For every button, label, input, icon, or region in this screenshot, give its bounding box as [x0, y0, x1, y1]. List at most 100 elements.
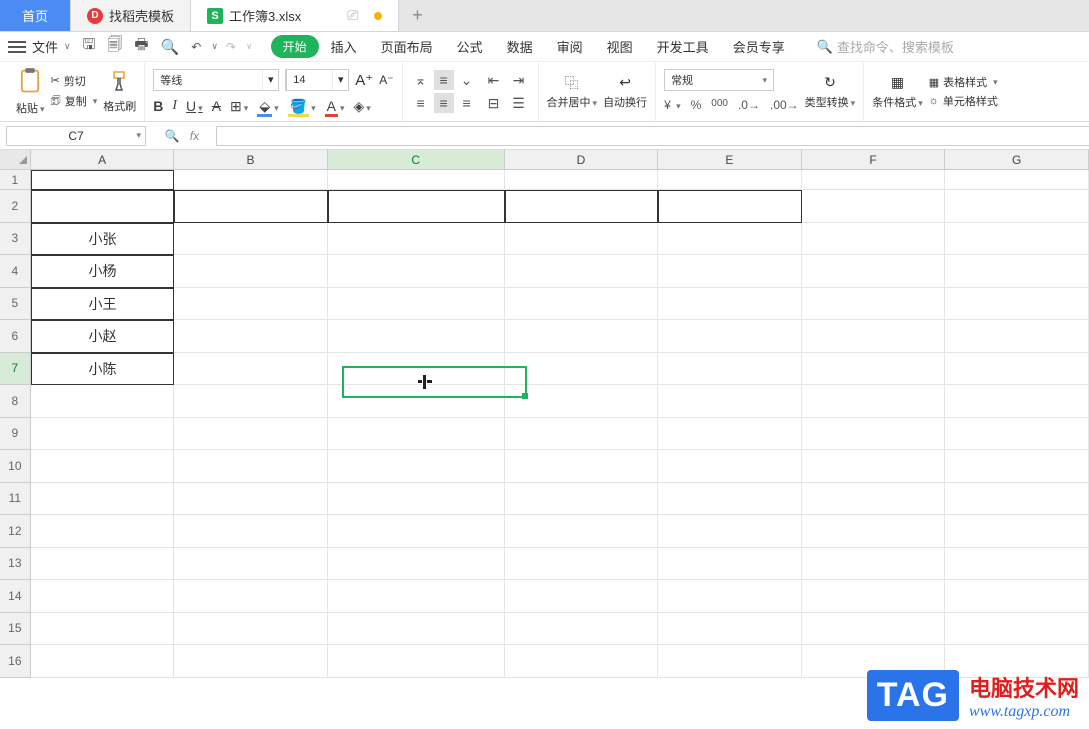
cell[interactable]: 小王 [31, 288, 175, 321]
cell[interactable] [945, 223, 1089, 256]
paste-button[interactable]: 粘贴▾ [16, 67, 45, 116]
auto-wrap-button[interactable]: ↩ 自动换行 [603, 74, 647, 110]
cell[interactable] [174, 580, 327, 613]
search-commands[interactable]: 🔍 查找命令、搜索模板 [817, 37, 954, 56]
cell[interactable] [505, 645, 658, 678]
ribbon-tab-devtools[interactable]: 开发工具 [645, 33, 721, 60]
cell[interactable] [658, 353, 802, 386]
chevron-down-icon[interactable]: ▾ [332, 70, 348, 90]
conditional-format-button[interactable]: ▦ 条件格式▾ [872, 74, 923, 110]
cell[interactable] [328, 418, 505, 451]
cell[interactable] [945, 483, 1089, 516]
row-header[interactable]: 9 [0, 418, 31, 451]
cell[interactable] [31, 170, 175, 190]
tab-home[interactable]: 首页 [0, 0, 71, 31]
column-header[interactable]: E [658, 150, 802, 169]
ribbon-tab-review[interactable]: 审阅 [545, 33, 595, 60]
cell[interactable] [328, 190, 505, 223]
cell[interactable] [505, 320, 658, 353]
align-right-icon[interactable]: ≡ [457, 93, 477, 113]
row-header[interactable]: 8 [0, 385, 31, 418]
cell[interactable] [802, 288, 946, 321]
cell[interactable] [658, 385, 802, 418]
orientation-icon[interactable]: ⊟ [483, 93, 505, 113]
save-as-icon[interactable]: 🗐 [107, 34, 122, 59]
row-header[interactable]: 14 [0, 580, 31, 613]
italic-button[interactable]: I [172, 98, 177, 114]
row-header[interactable]: 7 [0, 353, 31, 386]
ribbon-tab-member[interactable]: 会员专享 [721, 33, 797, 60]
cell[interactable] [802, 450, 946, 483]
currency-icon[interactable]: ¥ ▾ [664, 98, 681, 114]
distribute-icon[interactable]: ☰ [508, 93, 530, 113]
cell[interactable] [658, 190, 802, 223]
row-header[interactable]: 15 [0, 613, 31, 646]
chevron-down-icon[interactable]: ∨ [246, 41, 253, 52]
tab-docer-templates[interactable]: D 找稻壳模板 [71, 0, 191, 31]
row-header[interactable]: 11 [0, 483, 31, 516]
cell[interactable] [658, 223, 802, 256]
hamburger-icon[interactable] [8, 41, 26, 53]
copy-button[interactable]: 🗊复制▾ [51, 92, 98, 111]
cell[interactable] [328, 320, 505, 353]
comma-icon[interactable]: 000 [711, 98, 728, 114]
row-header[interactable]: 6 [0, 320, 31, 353]
cell[interactable] [328, 483, 505, 516]
cell[interactable] [31, 190, 175, 223]
ribbon-tab-data[interactable]: 数据 [495, 33, 545, 60]
cell[interactable] [658, 418, 802, 451]
cell[interactable] [328, 645, 505, 678]
cell[interactable] [802, 353, 946, 386]
cell[interactable] [31, 645, 175, 678]
cell[interactable] [802, 385, 946, 418]
cell[interactable]: 小陈 [31, 353, 175, 386]
cell[interactable] [31, 580, 175, 613]
fill-color-button[interactable]: 🪣▾ [288, 98, 316, 115]
cell[interactable] [328, 613, 505, 646]
cell[interactable] [174, 483, 327, 516]
cell[interactable] [658, 288, 802, 321]
increase-indent-icon[interactable]: ⇥ [508, 70, 530, 90]
cell[interactable] [945, 190, 1089, 223]
cell[interactable] [802, 418, 946, 451]
chevron-down-icon[interactable]: ▾ [262, 70, 278, 90]
cell[interactable] [945, 580, 1089, 613]
cell[interactable] [945, 515, 1089, 548]
tab-workbook[interactable]: S 工作簿3.xlsx ⎚ [191, 0, 399, 31]
cell[interactable] [505, 170, 658, 190]
cell[interactable] [658, 255, 802, 288]
decrease-font-icon[interactable]: A⁻ [379, 73, 393, 87]
font-color-button[interactable]: A▾ [325, 98, 345, 114]
underline-button[interactable]: U▾ [186, 98, 203, 114]
column-header[interactable]: G [945, 150, 1089, 169]
cell[interactable] [31, 450, 175, 483]
new-tab-button[interactable]: + [399, 0, 435, 31]
cell[interactable] [328, 450, 505, 483]
cell[interactable] [505, 548, 658, 581]
row-header[interactable]: 13 [0, 548, 31, 581]
select-all-corner[interactable] [0, 150, 31, 169]
column-header[interactable]: A [31, 150, 175, 169]
cell[interactable] [658, 515, 802, 548]
cell[interactable] [945, 385, 1089, 418]
cell[interactable] [174, 450, 327, 483]
cell[interactable] [174, 645, 327, 678]
cell[interactable]: 小张 [31, 223, 175, 256]
redo-icon[interactable]: ↷ [226, 40, 236, 54]
cell[interactable] [802, 170, 946, 190]
border-button[interactable]: ⊞▾ [230, 98, 248, 115]
ribbon-tab-formula[interactable]: 公式 [445, 33, 495, 60]
column-header[interactable]: C [328, 150, 505, 169]
cell[interactable] [658, 580, 802, 613]
cell[interactable] [658, 170, 802, 190]
percent-icon[interactable]: % [691, 98, 702, 114]
cell[interactable] [328, 548, 505, 581]
cell[interactable] [505, 580, 658, 613]
cell[interactable] [802, 580, 946, 613]
cell[interactable] [174, 353, 327, 386]
cell[interactable] [802, 613, 946, 646]
cell[interactable] [802, 483, 946, 516]
fill-effect-button[interactable]: ⬙▾ [257, 98, 278, 115]
print-preview-icon[interactable]: 🔍 [161, 38, 180, 56]
cell[interactable]: 小赵 [31, 320, 175, 353]
